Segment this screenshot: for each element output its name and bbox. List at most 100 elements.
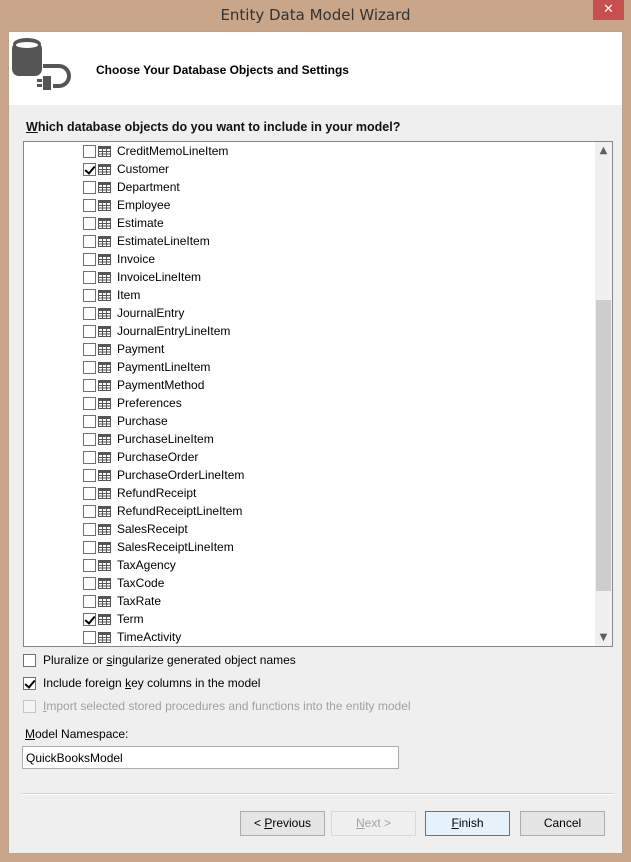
list-item[interactable]: Preferences	[83, 394, 182, 412]
item-checkbox[interactable]	[83, 594, 96, 608]
item-checkbox[interactable]	[83, 306, 96, 320]
scroll-up-button[interactable]: ▲	[595, 142, 612, 159]
list-item[interactable]: TimeActivity	[83, 628, 181, 646]
table-icon	[98, 343, 111, 355]
close-button[interactable]: ✕	[593, 0, 624, 20]
item-checkbox[interactable]	[83, 360, 96, 374]
table-icon	[98, 307, 111, 319]
item-label: TaxRate	[117, 594, 162, 608]
list-item[interactable]: Department	[83, 178, 180, 196]
list-item[interactable]: EstimateLineItem	[83, 232, 210, 250]
cancel-button[interactable]: Cancel	[520, 811, 605, 836]
scrollbar-thumb[interactable]	[596, 300, 611, 592]
label-text: odel Namespace:	[35, 727, 129, 741]
item-checkbox[interactable]	[83, 342, 96, 356]
pluralize-option[interactable]: Pluralize or singularize generated objec…	[23, 652, 296, 668]
item-label: Estimate	[117, 216, 164, 230]
item-label: TaxAgency	[117, 558, 176, 572]
prompt-text: hich database objects do you want to inc…	[37, 120, 401, 134]
item-checkbox[interactable]	[83, 432, 96, 446]
item-checkbox[interactable]	[83, 252, 96, 266]
close-icon: ✕	[603, 2, 614, 17]
list-item[interactable]: Item	[83, 286, 140, 304]
list-item[interactable]: TaxCode	[83, 574, 164, 592]
item-checkbox[interactable]	[83, 450, 96, 464]
list-item[interactable]: PaymentMethod	[83, 376, 204, 394]
item-checkbox[interactable]	[83, 288, 96, 302]
item-label: SalesReceiptLineItem	[117, 540, 234, 554]
item-checkbox[interactable]	[83, 216, 96, 230]
item-checkbox[interactable]	[83, 144, 96, 158]
item-checkbox[interactable]	[83, 414, 96, 428]
list-item[interactable]: Customer	[83, 160, 169, 178]
list-item[interactable]: JournalEntry	[83, 304, 184, 322]
item-label: EstimateLineItem	[117, 234, 210, 248]
item-checkbox[interactable]	[83, 162, 96, 176]
item-label: Preferences	[117, 396, 182, 410]
item-checkbox[interactable]	[83, 612, 96, 626]
stored-procedures-checkbox	[23, 699, 36, 713]
table-icon	[98, 253, 111, 265]
list-item[interactable]: TaxAgency	[83, 556, 176, 574]
mnemonic: M	[25, 727, 35, 741]
pluralize-checkbox[interactable]	[23, 653, 36, 667]
item-label: Term	[117, 612, 144, 626]
item-label: PaymentMethod	[117, 378, 205, 392]
foreign-keys-label[interactable]: Include foreign key columns in the model	[43, 676, 260, 690]
list-item[interactable]: PurchaseOrderLineItem	[83, 466, 244, 484]
list-item[interactable]: SalesReceipt	[83, 520, 188, 538]
item-checkbox[interactable]	[83, 234, 96, 248]
list-item[interactable]: Purchase	[83, 412, 168, 430]
foreign-keys-checkbox[interactable]	[23, 676, 36, 690]
item-checkbox[interactable]	[83, 558, 96, 572]
list-item[interactable]: PurchaseOrder	[83, 448, 198, 466]
list-item[interactable]: Term	[83, 610, 144, 628]
item-label: Payment	[117, 342, 165, 356]
list-item[interactable]: PurchaseLineItem	[83, 430, 214, 448]
item-label: TimeActivity	[117, 630, 182, 644]
table-icon	[98, 181, 111, 193]
item-checkbox[interactable]	[83, 468, 96, 482]
previous-button[interactable]: < Previous	[240, 811, 325, 836]
item-checkbox[interactable]	[83, 522, 96, 536]
item-label: PaymentLineItem	[117, 360, 211, 374]
list-item[interactable]: Invoice	[83, 250, 155, 268]
finish-button[interactable]: Finish	[425, 811, 510, 836]
chevron-down-icon: ▼	[599, 632, 608, 643]
item-label: SalesReceipt	[117, 522, 188, 536]
item-checkbox[interactable]	[83, 540, 96, 554]
list-item[interactable]: RefundReceiptLineItem	[83, 502, 242, 520]
item-checkbox[interactable]	[83, 180, 96, 194]
list-item[interactable]: InvoiceLineItem	[83, 268, 201, 286]
item-checkbox[interactable]	[83, 396, 96, 410]
mnemonic: F	[451, 816, 459, 830]
list-item[interactable]: CreditMemoLineItem	[83, 142, 228, 160]
model-namespace-input[interactable]	[22, 746, 399, 769]
list-item[interactable]: PaymentLineItem	[83, 358, 210, 376]
item-checkbox[interactable]	[83, 324, 96, 338]
item-label: Department	[117, 180, 180, 194]
list-item[interactable]: SalesReceiptLineItem	[83, 538, 234, 556]
item-checkbox[interactable]	[83, 486, 96, 500]
item-label: PurchaseLineItem	[117, 432, 214, 446]
database-objects-tree[interactable]: CreditMemoLineItem Customer Department Empl…	[23, 141, 613, 647]
item-checkbox[interactable]	[83, 198, 96, 212]
item-checkbox[interactable]	[83, 504, 96, 518]
item-checkbox[interactable]	[83, 378, 96, 392]
list-item[interactable]: Employee	[83, 196, 170, 214]
list-item[interactable]: JournalEntryLineItem	[83, 322, 230, 340]
pluralize-label[interactable]: Pluralize or singularize generated objec…	[43, 653, 296, 667]
list-item[interactable]: RefundReceipt	[83, 484, 196, 502]
table-icon	[98, 595, 111, 607]
item-checkbox[interactable]	[83, 270, 96, 284]
list-item[interactable]: Payment	[83, 340, 164, 358]
scroll-down-button[interactable]: ▼	[595, 629, 612, 646]
list-item[interactable]: Estimate	[83, 214, 164, 232]
table-icon	[98, 577, 111, 589]
vertical-scrollbar[interactable]: ▲ ▼	[595, 142, 612, 646]
title-bar[interactable]: Entity Data Model Wizard ✕	[0, 0, 631, 31]
item-checkbox[interactable]	[83, 630, 96, 644]
foreign-keys-option[interactable]: Include foreign key columns in the model	[23, 675, 260, 691]
list-item[interactable]: TaxRate	[83, 592, 161, 610]
item-checkbox[interactable]	[83, 576, 96, 590]
